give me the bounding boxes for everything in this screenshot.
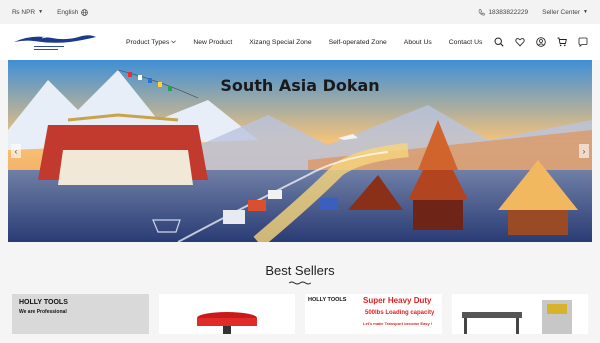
phone-number: 18383822229 [488, 8, 529, 16]
language-selector[interactable]: English [57, 8, 89, 16]
currency-label: ₨ NPR [12, 8, 36, 16]
site-logo[interactable]: ▬▬▬▬▬▬▬▬▬▬ ▬▬▬▬▬▬▬▬ [12, 31, 98, 53]
caret-down-icon: ▼ [583, 9, 588, 15]
best-sellers-title: Best Sellers [265, 263, 335, 278]
card-tagline: We are Professional [19, 309, 67, 315]
user-icon[interactable] [536, 37, 546, 47]
product-image [196, 312, 257, 334]
logo-mark [14, 34, 96, 43]
banner-title: South Asia Dokan [220, 76, 380, 95]
logo-caption: ▬▬▬▬▬▬▬▬▬▬ ▬▬▬▬▬▬▬▬ [34, 43, 64, 51]
product-card[interactable] [158, 294, 295, 334]
nav-item-contact-us[interactable]: Contact Us [449, 39, 483, 46]
carousel-prev-button[interactable]: ‹ [11, 144, 21, 158]
nav-menu: Product Types New Product Xizang Special… [126, 39, 482, 46]
nav-item-label: Contact Us [448, 38, 483, 46]
card-brand: HOLLY TOOLS [19, 299, 68, 306]
main-nav: ▬▬▬▬▬▬▬▬▬▬ ▬▬▬▬▬▬▬▬ Product Types New Pro… [0, 24, 600, 60]
best-sellers-grid: HOLLY TOOLS We are Professional HOLLY TO… [0, 294, 600, 334]
nav-item-label: Product Types [126, 38, 170, 46]
product-card[interactable]: HOLLY TOOLS We are Professional [12, 294, 149, 334]
chevron-down-icon [171, 40, 177, 44]
chevron-right-icon: › [582, 146, 586, 156]
cart-icon[interactable] [557, 37, 567, 47]
phone-icon [478, 8, 485, 15]
product-card[interactable] [451, 294, 588, 334]
seller-center-label: Seller Center [542, 8, 581, 16]
heart-icon[interactable] [515, 37, 525, 47]
search-icon[interactable] [494, 37, 504, 47]
nav-icons [494, 37, 588, 47]
carousel-next-button[interactable]: › [579, 144, 589, 158]
chevron-left-icon: ‹ [14, 146, 18, 156]
nav-item-xizang-special-zone[interactable]: Xizang Special Zone [249, 39, 311, 46]
hero-banner[interactable]: South Asia Dokan ‹ › [8, 60, 592, 242]
squiggle-divider [289, 281, 311, 285]
nav-item-label: New Product [193, 38, 233, 46]
top-bar-right: 18383822229 Seller Center ▼ [478, 9, 588, 16]
chat-icon[interactable] [578, 37, 588, 47]
product-image [461, 300, 572, 334]
nav-item-product-types[interactable]: Product Types [126, 38, 177, 46]
nav-item-about-us[interactable]: About Us [404, 39, 432, 46]
top-bar-left: ₨ NPR ▼ English [12, 8, 89, 16]
nav-item-label: Xizang Special Zone [249, 38, 312, 46]
card-brand: HOLLY TOOLS [308, 297, 347, 303]
currency-selector[interactable]: ₨ NPR ▼ [12, 9, 43, 16]
card-tagline: Let's make Transport become Easy ! [363, 321, 433, 326]
nav-item-self-operated-zone[interactable]: Self-operated Zone [329, 39, 387, 46]
nav-item-label: About Us [403, 38, 432, 46]
caret-down-icon: ▼ [38, 9, 44, 15]
seller-center-menu[interactable]: Seller Center ▼ [542, 9, 588, 16]
globe-icon [81, 8, 89, 16]
card-capacity: 500lbs Loading capacity [365, 310, 435, 316]
product-card[interactable]: HOLLY TOOLS Super Heavy Duty 500lbs Load… [305, 294, 442, 334]
language-label: English [57, 8, 79, 16]
top-bar: ₨ NPR ▼ English 18383822229 Seller Cente… [0, 0, 600, 24]
card-headline: Super Heavy Duty [363, 296, 432, 305]
nav-item-label: Self-operated Zone [328, 38, 387, 46]
phone-contact[interactable]: 18383822229 [478, 9, 528, 16]
nav-item-new-product[interactable]: New Product [193, 39, 232, 46]
